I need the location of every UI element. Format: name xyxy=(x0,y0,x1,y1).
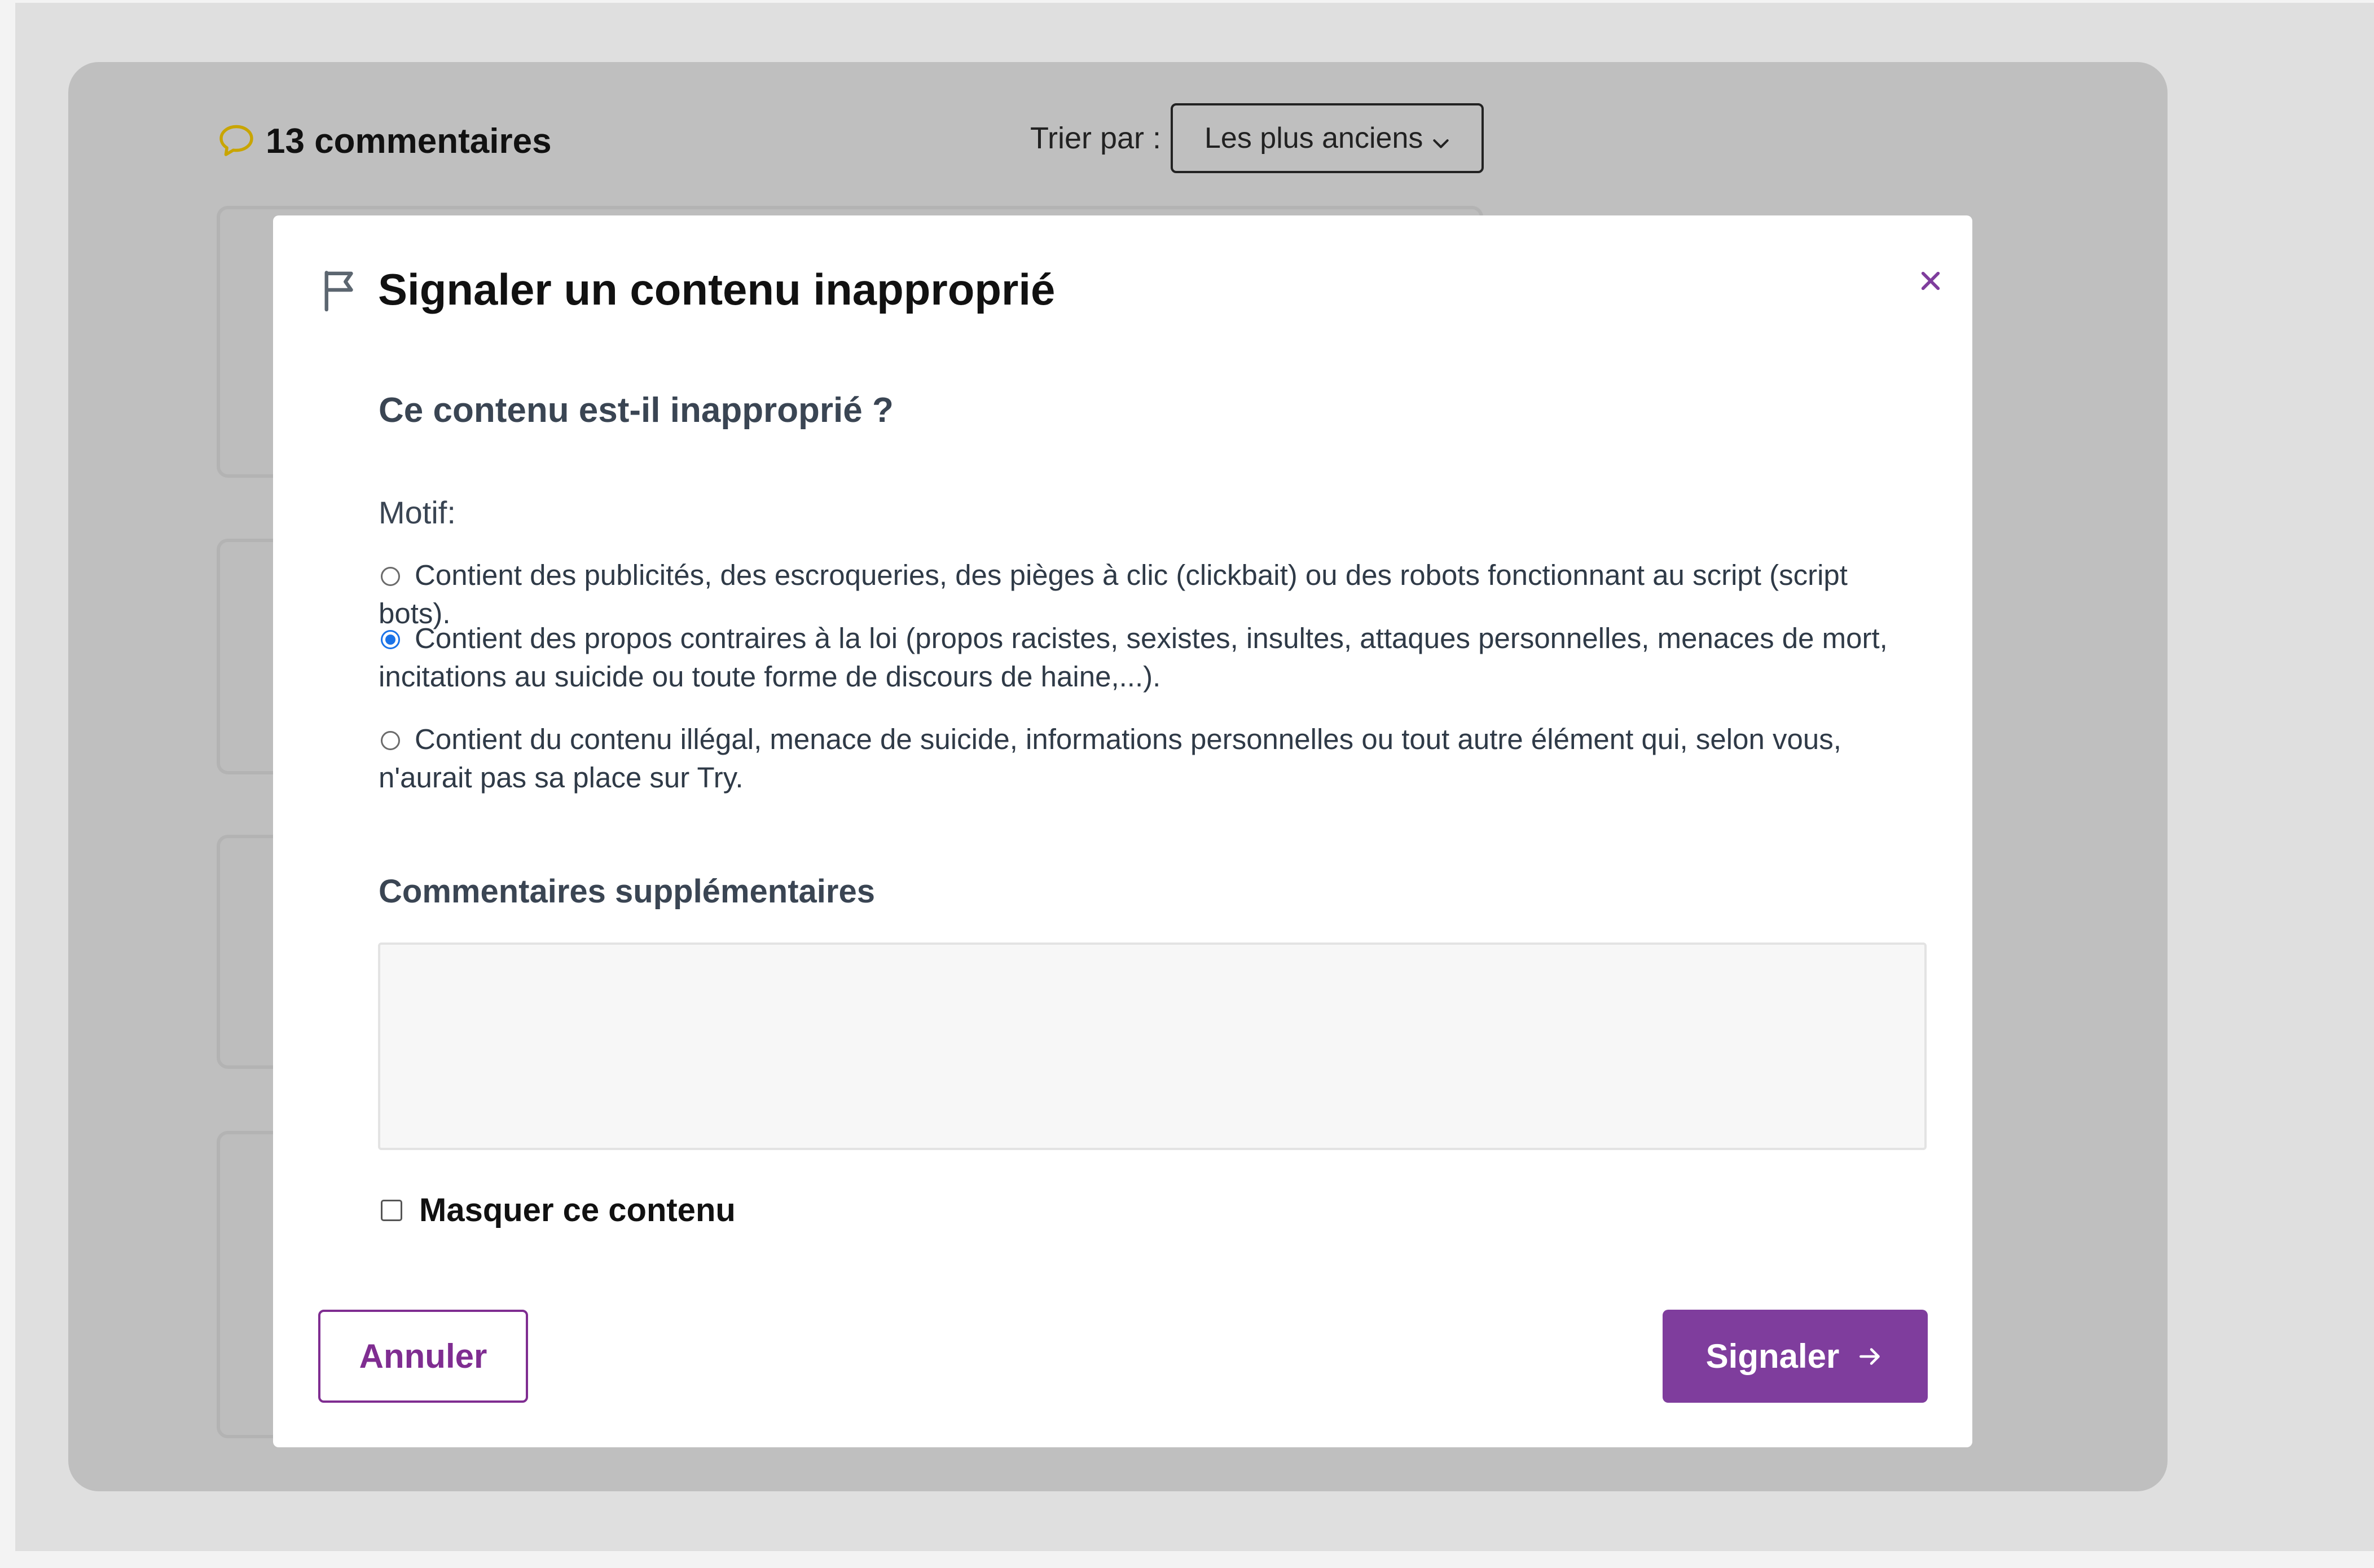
close-icon xyxy=(1921,271,1940,290)
reason-option-illegal-speech[interactable]: Contient des propos contraires à la loi … xyxy=(379,619,1924,696)
report-modal: Signaler un contenu inapproprié Ce conte… xyxy=(273,215,1972,1447)
reason-radio-illegal-speech[interactable] xyxy=(381,630,400,649)
chevron-down-icon xyxy=(1430,128,1452,151)
hide-content-row[interactable]: Masquer ce contenu xyxy=(379,1191,736,1229)
flag-icon xyxy=(322,268,361,311)
arrow-right-icon xyxy=(1856,1342,1884,1371)
cancel-button[interactable]: Annuler xyxy=(318,1310,528,1403)
extra-comments-textarea[interactable] xyxy=(378,942,1927,1150)
sort-select[interactable]: Les plus anciens xyxy=(1171,103,1484,173)
hide-content-checkbox[interactable] xyxy=(381,1199,402,1221)
comment-bubble-icon xyxy=(216,121,257,161)
reason-radio-illegal-content[interactable] xyxy=(381,731,400,750)
modal-title: Signaler un contenu inapproprié xyxy=(378,265,1056,314)
close-button[interactable] xyxy=(1913,263,1949,299)
comments-header: 13 commentaires xyxy=(216,118,552,164)
reason-option-illegal-content[interactable]: Contient du contenu illégal, menace de s… xyxy=(379,720,1924,797)
comments-count: 13 commentaires xyxy=(266,121,552,161)
report-submit-label: Signaler xyxy=(1705,1337,1840,1375)
extra-comments-label: Commentaires supplémentaires xyxy=(379,873,875,910)
reason-label: Motif: xyxy=(379,495,456,530)
sort-selected-value: Les plus anciens xyxy=(1204,122,1423,155)
cancel-button-label: Annuler xyxy=(359,1337,487,1375)
report-question: Ce contenu est-il inapproprié ? xyxy=(379,391,894,430)
modal-header: Signaler un contenu inapproprié xyxy=(322,264,1055,315)
reason-option-label: Contient du contenu illégal, menace de s… xyxy=(379,723,1841,794)
reason-radio-ads[interactable] xyxy=(381,567,400,586)
hide-content-label: Masquer ce contenu xyxy=(419,1192,736,1228)
report-submit-button[interactable]: Signaler xyxy=(1663,1310,1928,1403)
sort-label: Trier par : xyxy=(1030,121,1162,155)
reason-option-label: Contient des propos contraires à la loi … xyxy=(379,622,1888,693)
